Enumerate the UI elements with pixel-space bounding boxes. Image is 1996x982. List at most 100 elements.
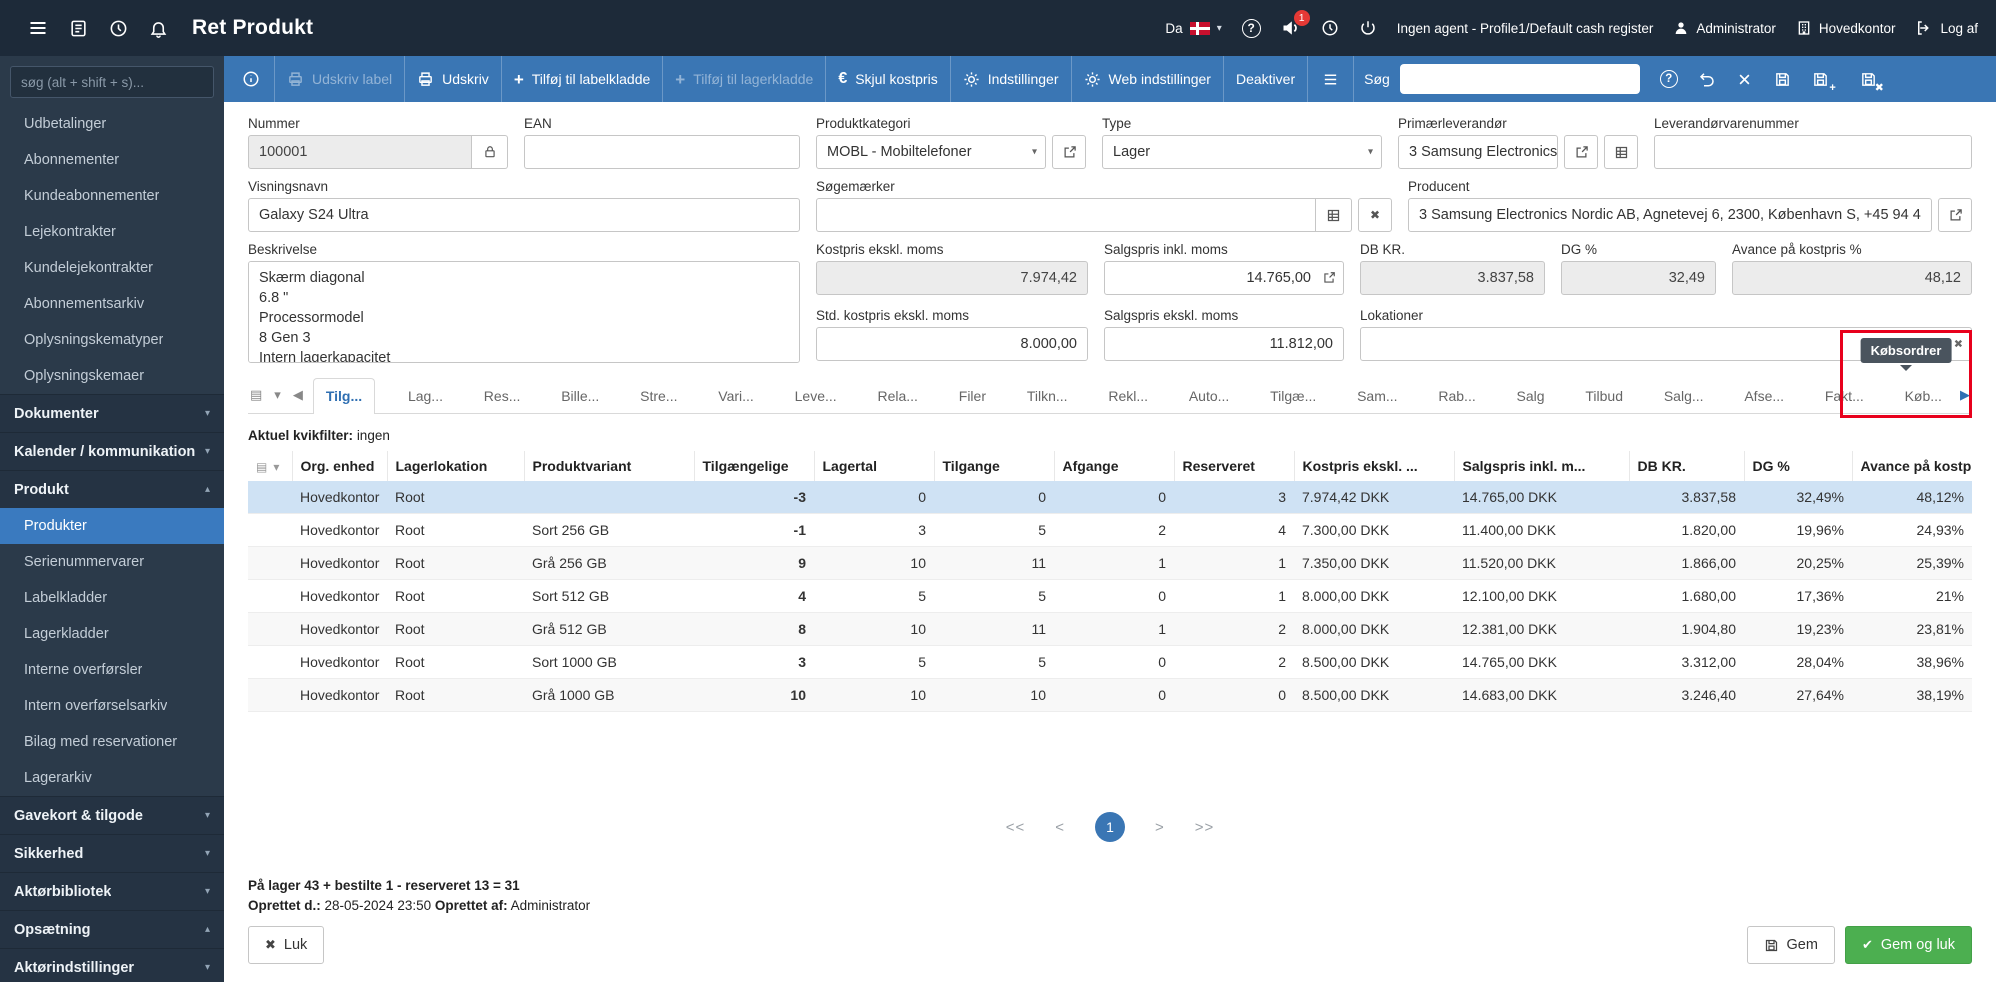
language-selector[interactable]: Da ▾ xyxy=(1165,21,1221,36)
sidebar-item[interactable]: Kundeabonnementer xyxy=(0,178,224,214)
close-record-button[interactable] xyxy=(1726,56,1764,102)
lock-icon[interactable] xyxy=(472,135,508,169)
toolbar-help-button[interactable]: ? xyxy=(1650,56,1688,102)
tab[interactable]: Bille... xyxy=(553,379,607,413)
table-row[interactable]: Hovedkontor Root Sort 256 GB -1 3 5 2 4 … xyxy=(248,513,1972,547)
col-produktvariant[interactable]: Produktvariant xyxy=(523,451,694,481)
col-dg[interactable]: DG % xyxy=(1743,451,1852,481)
history-icon[interactable] xyxy=(98,0,138,56)
col-org-enhed[interactable]: Org. enhed xyxy=(291,451,387,481)
sidebar-item[interactable]: Oplysningskematyper xyxy=(0,322,224,358)
tab[interactable]: Rekl... xyxy=(1100,379,1156,413)
tab[interactable]: Rela... xyxy=(869,379,925,413)
grid-view-icon[interactable]: ▤ xyxy=(250,387,262,403)
sogemaerker-field[interactable] xyxy=(816,198,1316,232)
clear-tags-button[interactable]: ✖ xyxy=(1358,198,1392,232)
primaerleverandor-select[interactable]: 3 Samsung Electronics N... xyxy=(1398,135,1558,169)
sidebar-item[interactable]: Produkt ▴ xyxy=(0,470,224,508)
edit-price-button[interactable] xyxy=(1322,271,1336,285)
col-lagerlokation[interactable]: Lagerlokation xyxy=(386,451,524,481)
dg-pct-field[interactable] xyxy=(1561,261,1716,295)
tab[interactable]: Filer xyxy=(951,379,994,413)
db-kr-field[interactable] xyxy=(1360,261,1545,295)
visningsnavn-field[interactable] xyxy=(248,198,800,232)
close-button[interactable]: ✖ Luk xyxy=(248,926,325,964)
open-category-button[interactable] xyxy=(1052,135,1086,169)
tab[interactable]: Leve... xyxy=(787,379,845,413)
sidebar-item[interactable]: Lejekontrakter xyxy=(0,214,224,250)
tabs-scroll-right-icon[interactable]: ▶ xyxy=(1950,387,1972,413)
producent-field[interactable] xyxy=(1408,198,1932,232)
edit-producer-button[interactable] xyxy=(1938,198,1972,232)
beskrivelse-field[interactable]: Skærm diagonal 6.8 " Processormodel 8 Ge… xyxy=(248,261,800,363)
page-next-button[interactable]: > xyxy=(1155,819,1165,836)
nummer-field[interactable] xyxy=(248,135,472,169)
std-kostpris-field[interactable] xyxy=(816,327,1088,361)
toolbar-menu-button[interactable] xyxy=(1308,56,1355,102)
tab[interactable]: Afse... xyxy=(1736,379,1792,413)
sidebar-item[interactable]: Interne overførsler xyxy=(0,652,224,688)
table-row[interactable]: Hovedkontor Root Grå 256 GB 9 10 11 1 1 … xyxy=(248,546,1972,580)
sidebar-item[interactable]: Lagerkladder xyxy=(0,616,224,652)
page-current[interactable]: 1 xyxy=(1095,812,1125,842)
table-grid-icon[interactable]: ▤ xyxy=(256,460,267,474)
tab[interactable]: Tilkn... xyxy=(1019,379,1076,413)
sidebar-item[interactable]: Aktørbibliotek ▾ xyxy=(0,872,224,910)
undo-button[interactable] xyxy=(1688,56,1726,102)
tab[interactable]: Salg xyxy=(1509,379,1553,413)
menu-icon[interactable] xyxy=(18,0,58,56)
settings-button[interactable]: Indstillinger xyxy=(951,56,1072,102)
table-collapse-icon[interactable]: ▾ xyxy=(273,460,279,474)
sidebar-item[interactable]: Intern overførselsarkiv xyxy=(0,688,224,724)
tab[interactable]: Res... xyxy=(476,379,529,413)
add-to-labeldraft-button[interactable]: + Tilføj til labelkladde xyxy=(502,56,664,102)
salgspris-inkl-field[interactable] xyxy=(1104,261,1344,295)
save-and-close-button-toolbar[interactable]: ✖ xyxy=(1850,56,1888,102)
locations-table-icon[interactable] xyxy=(1931,338,1944,351)
edit-supplier-button[interactable] xyxy=(1564,135,1598,169)
register-icon[interactable] xyxy=(58,0,98,56)
sidebar-search-input[interactable] xyxy=(10,66,214,98)
page-prev-button[interactable]: < xyxy=(1055,819,1065,836)
col-tilgaengelige[interactable]: Tilgængelige xyxy=(693,451,814,481)
sidebar-item[interactable]: Udbetalinger xyxy=(0,106,224,142)
sidebar-item[interactable]: Kundelejekontrakter xyxy=(0,250,224,286)
sidebar-item[interactable]: Serienummervarer xyxy=(0,544,224,580)
kostpris-field[interactable] xyxy=(816,261,1088,295)
print-label-button[interactable]: Udskriv label xyxy=(275,56,406,102)
sidebar-item[interactable]: Aktørindstillinger ▾ xyxy=(0,948,224,982)
avance-field[interactable] xyxy=(1732,261,1972,295)
help-button[interactable]: ? xyxy=(1241,18,1261,38)
sidebar-item[interactable]: Opsætning ▴ xyxy=(0,910,224,948)
toolbar-search-input[interactable] xyxy=(1399,64,1640,94)
power-button[interactable] xyxy=(1359,19,1377,37)
notifications-icon[interactable] xyxy=(138,0,178,56)
clear-locations-icon[interactable]: ✖ xyxy=(1954,338,1963,351)
collapse-icon[interactable]: ▾ xyxy=(274,387,281,403)
time-button[interactable] xyxy=(1321,19,1339,37)
produktkategori-select[interactable]: MOBL - Mobiltelefoner xyxy=(816,135,1046,169)
sidebar-item[interactable]: Labelkladder xyxy=(0,580,224,616)
col-kostpris[interactable]: Kostpris ekskl. ... xyxy=(1293,451,1454,481)
lokationer-field[interactable] xyxy=(1360,327,1972,361)
tab[interactable]: Køb... xyxy=(1897,379,1950,413)
logout-button[interactable]: Log af xyxy=(1915,19,1978,37)
office-menu[interactable]: Hovedkontor xyxy=(1796,20,1895,36)
table-row[interactable]: Hovedkontor Root Grå 512 GB 8 10 11 1 2 … xyxy=(248,612,1972,646)
chevron-down-icon[interactable]: ▾ xyxy=(1915,338,1921,351)
supplier-list-button[interactable] xyxy=(1604,135,1638,169)
col-lagertal[interactable]: Lagertal xyxy=(813,451,934,481)
tab[interactable]: Lag... xyxy=(400,379,451,413)
sidebar-item[interactable]: Kalender / kommunikation ▾ xyxy=(0,432,224,470)
tab[interactable]: Tilbud xyxy=(1577,379,1631,413)
table-row[interactable]: Hovedkontor Root Sort 512 GB 4 5 5 0 1 8… xyxy=(248,579,1972,613)
user-menu[interactable]: Administrator xyxy=(1673,20,1776,36)
tab[interactable]: Salg... xyxy=(1656,379,1712,413)
tab[interactable]: Stre... xyxy=(632,379,685,413)
save-record-button[interactable] xyxy=(1764,56,1802,102)
tab[interactable]: Sam... xyxy=(1349,379,1405,413)
salgspris-ekskl-field[interactable] xyxy=(1104,327,1344,361)
col-db-kr[interactable]: DB KR. xyxy=(1628,451,1744,481)
page-first-button[interactable]: << xyxy=(1006,819,1026,836)
type-select[interactable]: Lager xyxy=(1102,135,1382,169)
